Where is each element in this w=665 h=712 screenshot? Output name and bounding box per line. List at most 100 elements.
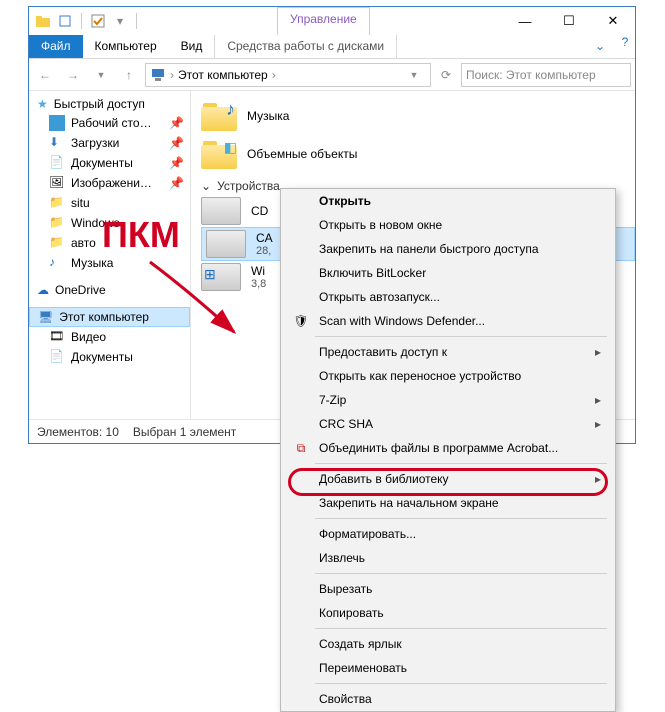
status-count: Элементов: 10 bbox=[37, 425, 119, 439]
sidebar-item-pictures[interactable]: 🖼Изображени…📌 bbox=[29, 173, 190, 193]
folder-label: Объемные объекты bbox=[247, 147, 357, 161]
sidebar-onedrive[interactable]: ☁OneDrive bbox=[29, 281, 190, 299]
ctx-share[interactable]: Предоставить доступ к▸ bbox=[281, 340, 615, 364]
ctx-7zip[interactable]: 7-Zip▸ bbox=[281, 388, 615, 412]
titlebar: ▾ Управление Этот компьютер — ☐ ✕ bbox=[29, 7, 635, 35]
close-button[interactable]: ✕ bbox=[591, 7, 635, 35]
chevron-right-icon: ▸ bbox=[595, 393, 607, 407]
checkbox-icon[interactable] bbox=[90, 13, 106, 29]
documents-icon: 📄 bbox=[49, 349, 65, 365]
tab-computer[interactable]: Компьютер bbox=[83, 35, 169, 58]
ctx-portable[interactable]: Открыть как переносное устройство bbox=[281, 364, 615, 388]
nav-up-button[interactable]: ↑ bbox=[117, 63, 141, 87]
star-icon: ★ bbox=[37, 97, 48, 111]
ctx-pin-start[interactable]: Закрепить на начальном экране bbox=[281, 491, 615, 515]
sidebar-quick-access[interactable]: ★Быстрый доступ bbox=[29, 95, 190, 113]
downloads-icon: ⬇ bbox=[49, 135, 65, 151]
status-selected: Выбран 1 элемент bbox=[133, 425, 236, 439]
help-icon[interactable]: ? bbox=[615, 35, 635, 58]
folder-3dobjects[interactable]: ◧ Объемные объекты bbox=[201, 135, 635, 173]
search-input[interactable]: Поиск: Этот компьютер bbox=[461, 63, 631, 87]
ctx-separator bbox=[315, 518, 607, 519]
music-icon: ♪ bbox=[49, 255, 65, 271]
section-label: Устройства bbox=[217, 179, 280, 193]
sidebar-item-documents[interactable]: 📄Документы bbox=[29, 347, 190, 367]
maximize-button[interactable]: ☐ bbox=[547, 7, 591, 35]
qat-dropdown-icon[interactable]: ▾ bbox=[112, 13, 128, 29]
ctx-separator bbox=[315, 336, 607, 337]
ctx-acrobat[interactable]: ⧉Объединить файлы в программе Acrobat... bbox=[281, 436, 615, 460]
sidebar-item-documents[interactable]: 📄Документы📌 bbox=[29, 153, 190, 173]
drive-label: Wi bbox=[251, 264, 266, 278]
ribbon-tabs: Файл Компьютер Вид Средства работы с дис… bbox=[29, 35, 635, 59]
sidebar-item-label: авто bbox=[71, 236, 96, 250]
ctx-format[interactable]: Форматировать... bbox=[281, 522, 615, 546]
sidebar-item-music[interactable]: ♪Музыка bbox=[29, 253, 190, 273]
ctx-open-new-window[interactable]: Открыть в новом окне bbox=[281, 213, 615, 237]
drive-label: CD bbox=[251, 204, 268, 218]
sidebar: ★Быстрый доступ Рабочий сто…📌 ⬇Загрузки📌… bbox=[29, 91, 191, 419]
properties-icon[interactable] bbox=[57, 13, 73, 29]
ctx-open[interactable]: Открыть bbox=[281, 189, 615, 213]
folder-icon: 📁 bbox=[49, 215, 65, 231]
ribbon-context-tab[interactable]: Управление bbox=[277, 7, 370, 35]
minimize-button[interactable]: — bbox=[503, 7, 547, 35]
nav-back-button[interactable]: ← bbox=[33, 63, 57, 87]
ctx-defender[interactable]: 🛡Scan with Windows Defender... bbox=[281, 309, 615, 333]
search-placeholder: Поиск: Этот компьютер bbox=[466, 68, 596, 82]
ctx-autoplay[interactable]: Открыть автозапуск... bbox=[281, 285, 615, 309]
computer-icon: 🖥 bbox=[38, 310, 53, 324]
sidebar-item-label: Изображени… bbox=[71, 176, 152, 190]
ctx-create-shortcut[interactable]: Создать ярлык bbox=[281, 632, 615, 656]
address-row: ← → ▼ ↑ › Этот компьютер › ▼ ⟳ Поиск: Эт… bbox=[29, 59, 635, 91]
acrobat-icon: ⧉ bbox=[289, 441, 313, 456]
refresh-button[interactable]: ⟳ bbox=[435, 63, 457, 87]
desktop-icon bbox=[49, 115, 65, 131]
folder-music[interactable]: ♪ Музыка bbox=[201, 97, 635, 135]
sidebar-item-folder[interactable]: 📁 Windows bbox=[29, 213, 190, 233]
drive-size: 3,8 bbox=[251, 278, 266, 290]
tab-view[interactable]: Вид bbox=[169, 35, 215, 58]
shield-icon: 🛡 bbox=[289, 314, 313, 328]
ctx-copy[interactable]: Копировать bbox=[281, 601, 615, 625]
ribbon-expand-icon[interactable]: ⌄ bbox=[585, 35, 615, 58]
folder-icon: 📁 bbox=[49, 195, 65, 211]
sidebar-item-folder[interactable]: 📁 situ bbox=[29, 193, 190, 213]
nav-history-dropdown[interactable]: ▼ bbox=[89, 63, 113, 87]
ctx-rename[interactable]: Переименовать bbox=[281, 656, 615, 680]
sidebar-label: Этот компьютер bbox=[59, 310, 149, 324]
breadcrumb[interactable]: Этот компьютер bbox=[178, 68, 268, 82]
sidebar-label: OneDrive bbox=[55, 283, 106, 297]
tab-file[interactable]: Файл bbox=[29, 35, 83, 58]
ctx-eject[interactable]: Извлечь bbox=[281, 546, 615, 570]
ctx-separator bbox=[315, 463, 607, 464]
chevron-right-icon[interactable]: › bbox=[170, 68, 174, 82]
ctx-pin-quick-access[interactable]: Закрепить на панели быстрого доступа bbox=[281, 237, 615, 261]
ctx-add-library[interactable]: Добавить в библиотеку▸ bbox=[281, 467, 615, 491]
local-drive-icon: ⊞ bbox=[201, 263, 241, 291]
ctx-cut[interactable]: Вырезать bbox=[281, 577, 615, 601]
address-bar[interactable]: › Этот компьютер › ▼ bbox=[145, 63, 431, 87]
ctx-properties[interactable]: Свойства bbox=[281, 687, 615, 711]
video-icon: 🎞 bbox=[49, 329, 65, 345]
sidebar-thispc[interactable]: 🖥 Этот компьютер bbox=[29, 307, 190, 327]
sidebar-item-desktop[interactable]: Рабочий сто…📌 bbox=[29, 113, 190, 133]
window-controls: — ☐ ✕ bbox=[503, 7, 635, 35]
chevron-right-icon[interactable]: › bbox=[272, 68, 276, 82]
folder-label: Музыка bbox=[247, 109, 289, 123]
chevron-right-icon: ▸ bbox=[595, 417, 607, 431]
tab-disktools[interactable]: Средства работы с дисками bbox=[214, 35, 397, 58]
sidebar-item-folder[interactable]: 📁 авто bbox=[29, 233, 190, 253]
3d-folder-icon: ◧ bbox=[201, 139, 237, 169]
sidebar-item-downloads[interactable]: ⬇Загрузки📌 bbox=[29, 133, 190, 153]
qat-separator bbox=[136, 13, 137, 29]
ctx-crc-sha[interactable]: CRC SHA▸ bbox=[281, 412, 615, 436]
nav-forward-button[interactable]: → bbox=[61, 63, 85, 87]
documents-icon: 📄 bbox=[49, 155, 65, 171]
sidebar-item-label: situ bbox=[71, 196, 90, 210]
address-dropdown-icon[interactable]: ▼ bbox=[402, 63, 426, 87]
sidebar-item-video[interactable]: 🎞Видео bbox=[29, 327, 190, 347]
sidebar-item-label: Windows bbox=[71, 216, 120, 230]
folder-icon: 📁 bbox=[49, 235, 65, 251]
ctx-bitlocker[interactable]: Включить BitLocker bbox=[281, 261, 615, 285]
